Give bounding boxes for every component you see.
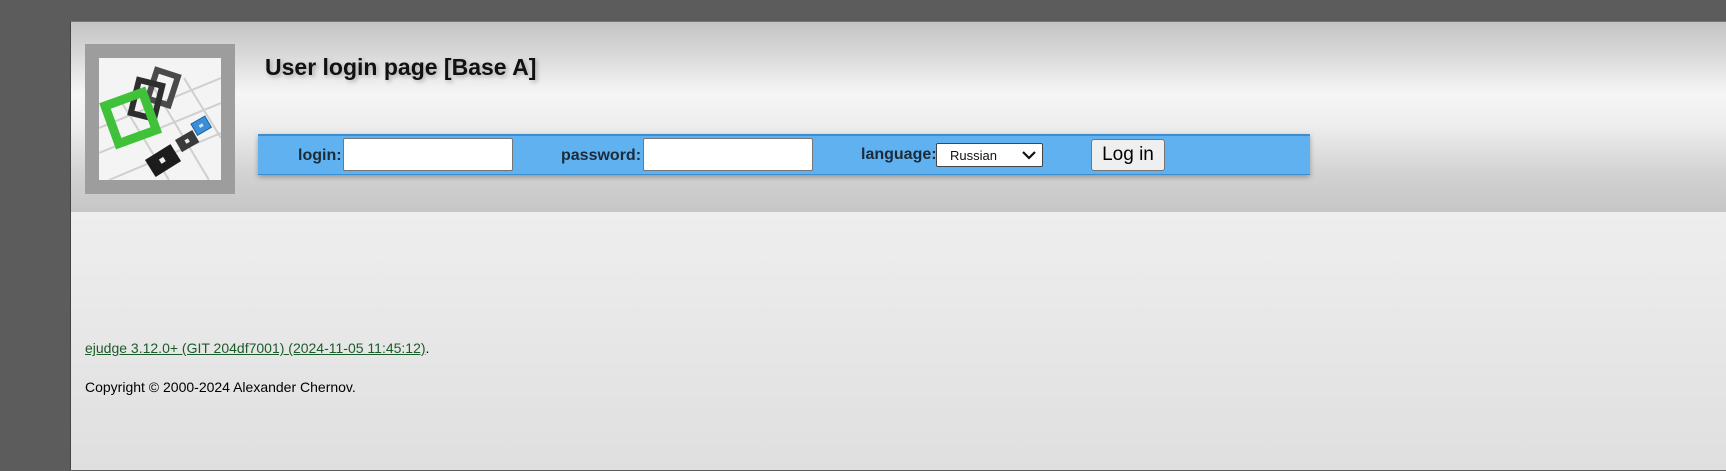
login-label: login:	[298, 147, 342, 164]
language-label: language:	[861, 146, 937, 163]
login-input[interactable]	[343, 138, 513, 171]
version-suffix: .	[425, 340, 430, 356]
copyright-text: Copyright © 2000-2024 Alexander Chernov.	[85, 379, 356, 395]
login-form: login: password: language: Russian Log i…	[258, 134, 1310, 175]
language-select[interactable]: Russian	[936, 143, 1043, 167]
version-link[interactable]: ejudge 3.12.0+ (GIT 204df7001) (2024-11-…	[85, 340, 426, 356]
password-label: password:	[561, 147, 642, 164]
login-button[interactable]: Log in	[1091, 139, 1165, 171]
password-input[interactable]	[643, 138, 813, 171]
chevron-down-icon	[1020, 145, 1038, 168]
header: User login page [Base A] login: password…	[71, 22, 1726, 212]
language-selected-value: Russian	[950, 148, 997, 163]
page-title: User login page [Base A]	[265, 54, 537, 80]
page: User login page [Base A] login: password…	[70, 21, 1726, 470]
logo-image	[99, 58, 221, 180]
footer-version: ejudge 3.12.0+ (GIT 204df7001) (2024-11-…	[85, 340, 429, 356]
ejudge-logo-icon	[85, 44, 235, 194]
